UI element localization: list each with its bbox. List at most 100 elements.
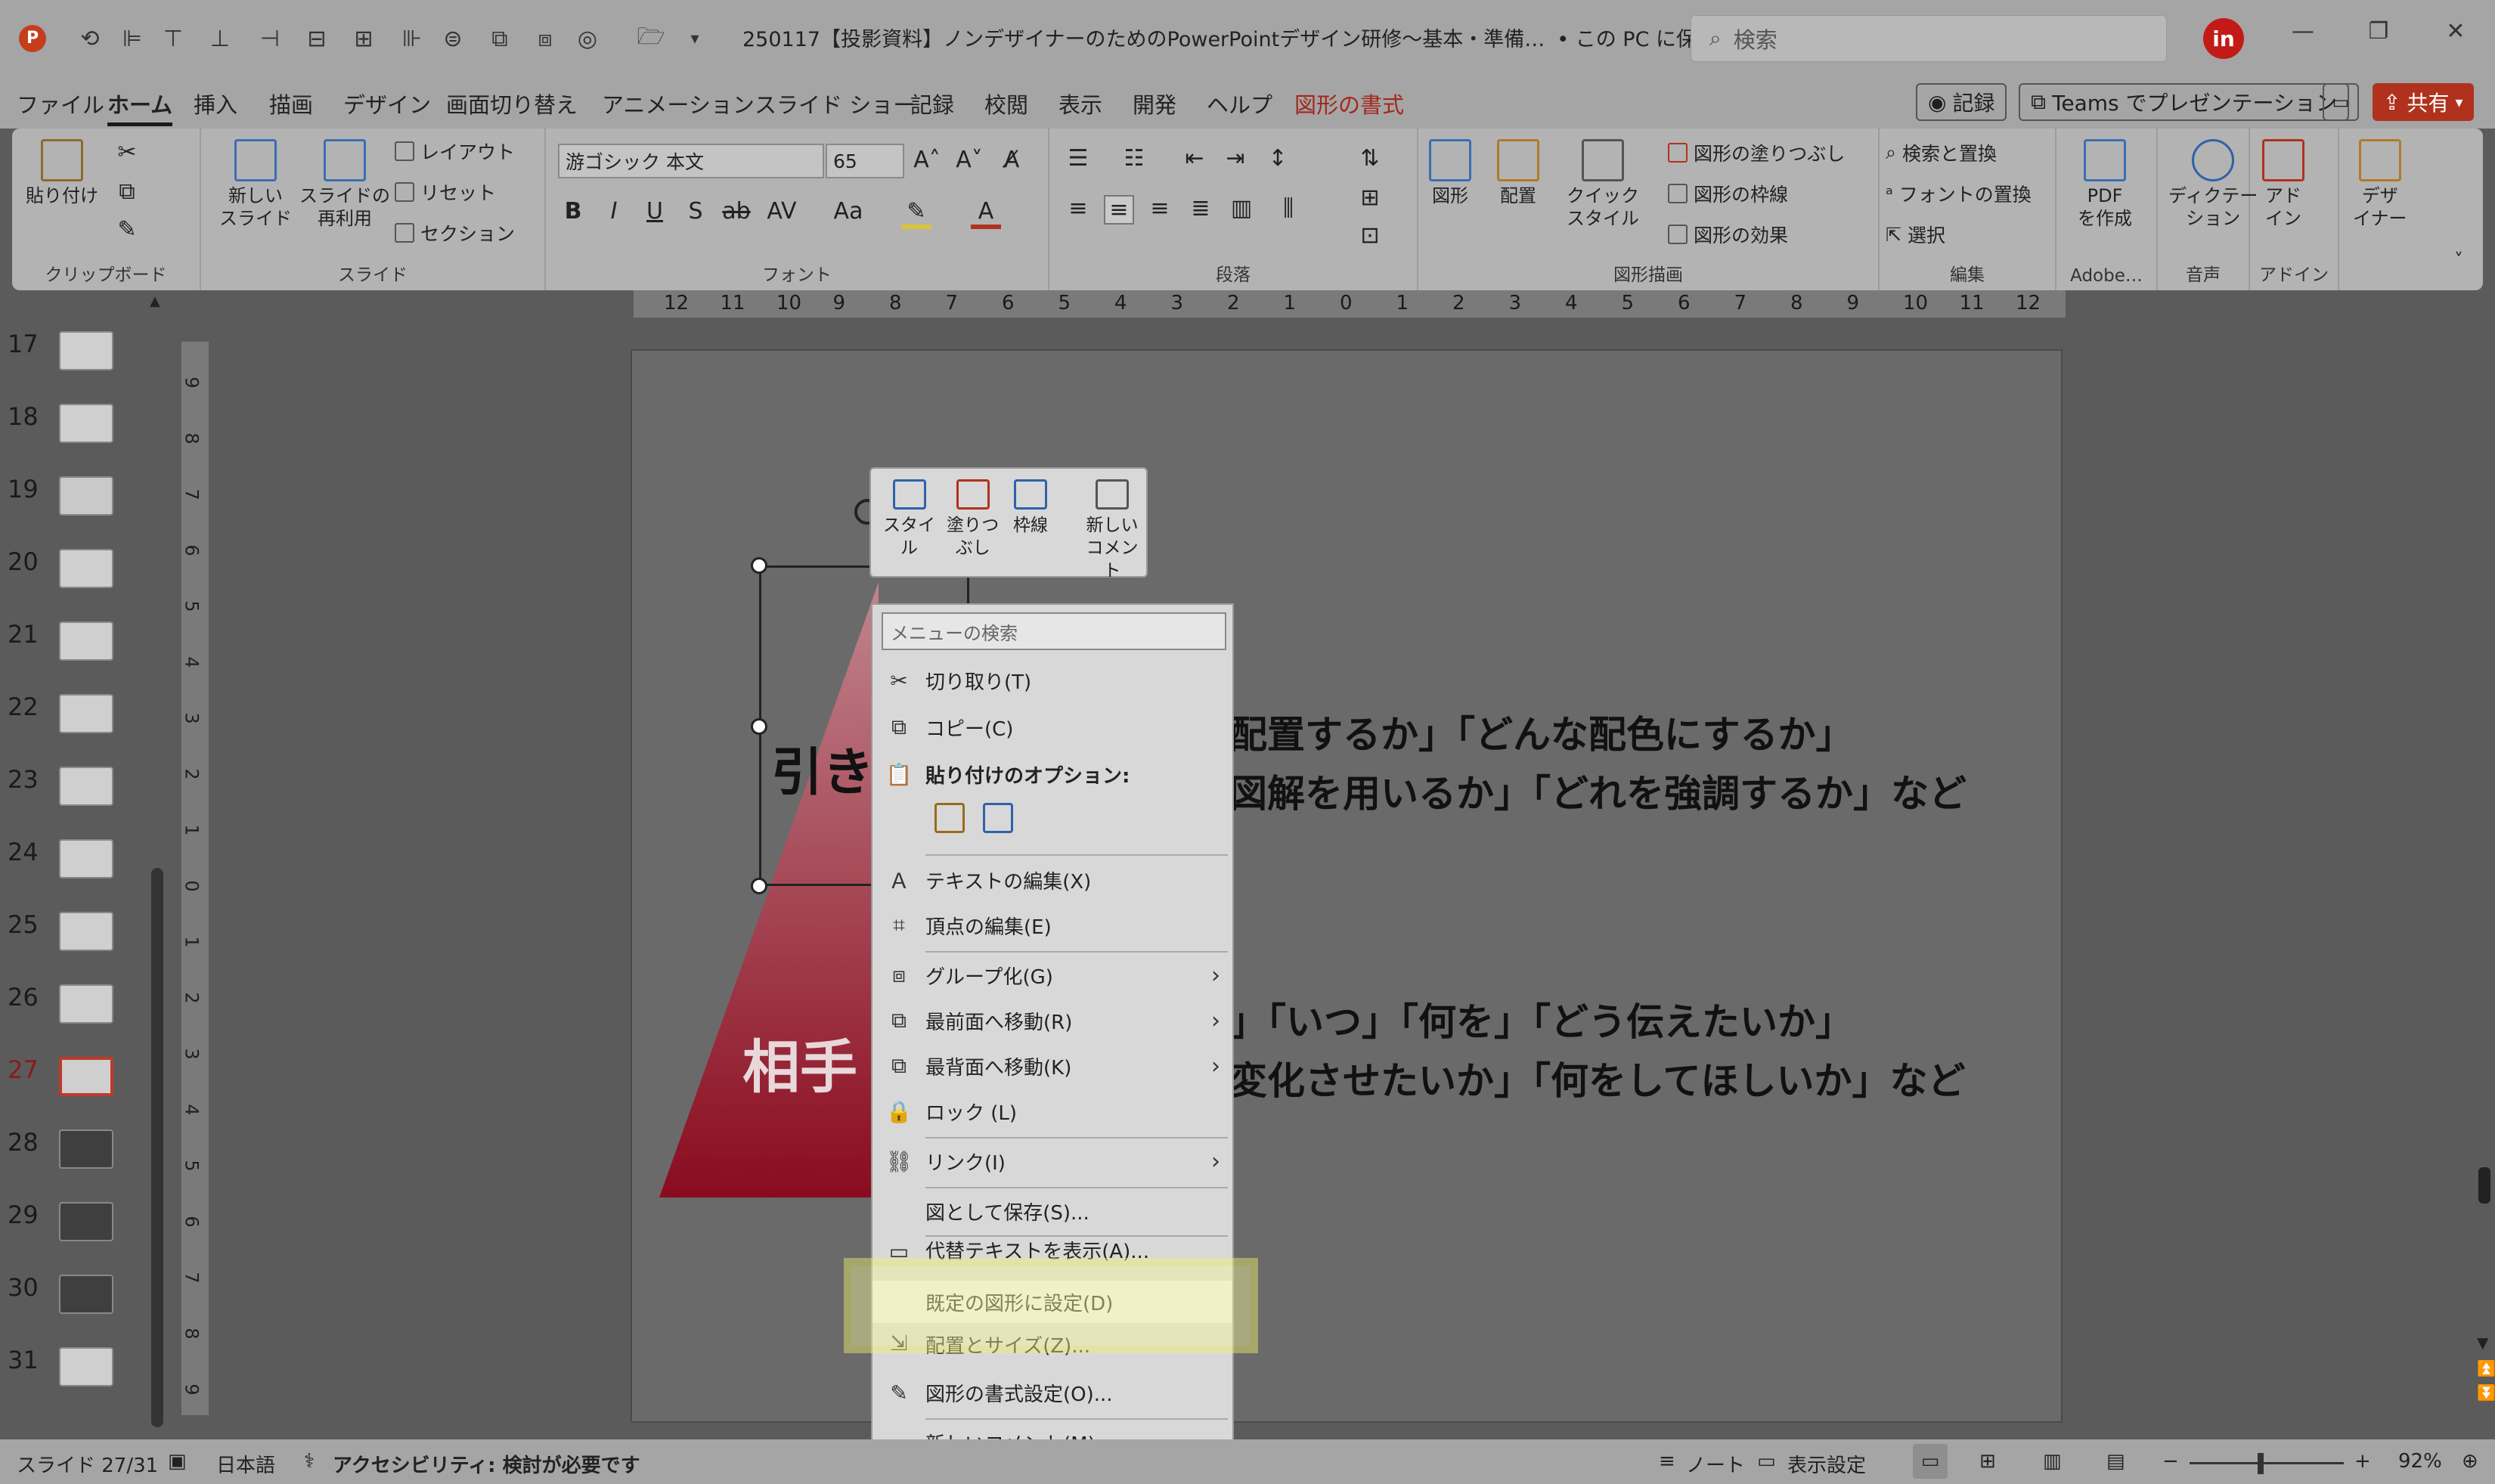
- slide-thumbnail[interactable]: [59, 549, 113, 588]
- resize-handle[interactable]: [751, 878, 767, 894]
- tab-slideshow[interactable]: スライド ショー: [755, 88, 915, 119]
- justify-icon[interactable]: ≣: [1186, 195, 1216, 222]
- display-settings-button[interactable]: 表示設定: [1787, 1450, 1866, 1478]
- triangle-label-bottom[interactable]: 相手: [742, 1021, 857, 1104]
- style-button[interactable]: スタイル: [883, 479, 935, 559]
- smartart-icon[interactable]: ⊡: [1355, 222, 1385, 249]
- maximize-button[interactable]: ❐: [2356, 18, 2401, 45]
- quick-styles-button[interactable]: クイック スタイル: [1567, 139, 1639, 230]
- tab-developer[interactable]: 開発: [1133, 88, 1176, 119]
- bullets-icon[interactable]: ☰: [1063, 145, 1093, 172]
- paste-button[interactable]: 貼り付け: [26, 139, 98, 208]
- open-folder-icon[interactable]: 🗁: [635, 23, 667, 54]
- tab-design[interactable]: デザイン: [343, 88, 431, 119]
- fit-slide-icon[interactable]: ⊕: [2462, 1450, 2478, 1473]
- menu-item-lock[interactable]: 🔒 ロック (L): [872, 1090, 1232, 1132]
- align-left-icon[interactable]: ⊫: [116, 23, 148, 54]
- collapse-ribbon-icon[interactable]: ˅: [2454, 249, 2463, 271]
- slide-thumbnail[interactable]: [59, 404, 113, 443]
- autosave-icon[interactable]: ⟲: [74, 23, 106, 54]
- menu-item-edit-points[interactable]: ⌗ 頂点の編集(E): [872, 904, 1232, 946]
- slide-thumbnail-active[interactable]: [59, 1057, 113, 1096]
- align-top-icon[interactable]: ⊤: [157, 23, 189, 54]
- search-input[interactable]: ⌕ 検索: [1691, 15, 2167, 62]
- decrease-font-icon[interactable]: A˅: [954, 147, 984, 173]
- shadow-icon[interactable]: S: [680, 198, 711, 225]
- copy-icon[interactable]: ⧉: [112, 178, 142, 205]
- align-right-icon[interactable]: ⊣: [254, 23, 286, 54]
- slide-text-line-2[interactable]: 図解を用いるか」「どれを強調するか」など: [1229, 764, 1967, 818]
- menu-item-format-shape[interactable]: ✎ 図形の書式設定(O)...: [872, 1371, 1232, 1414]
- shape-icon[interactable]: ◎: [572, 23, 603, 54]
- slide-text-line-4[interactable]: 変化させたいか」「何をしてほしいか」など: [1229, 1051, 1966, 1105]
- decrease-indent-icon[interactable]: ⇤: [1179, 145, 1210, 172]
- reading-view-icon[interactable]: ▥: [2043, 1450, 2062, 1473]
- outline-button[interactable]: 枠線: [1013, 479, 1048, 537]
- spell-check-icon[interactable]: ▣: [168, 1450, 187, 1473]
- char-spacing-icon[interactable]: AV: [767, 198, 797, 225]
- minimize-button[interactable]: —: [2280, 18, 2326, 45]
- align-text-icon[interactable]: ⊞: [1355, 184, 1385, 211]
- tab-view[interactable]: 表示: [1058, 88, 1102, 119]
- notes-button[interactable]: ノート: [1686, 1450, 1745, 1478]
- zoom-out-icon[interactable]: −: [2162, 1450, 2179, 1473]
- tab-shape-format[interactable]: 図形の書式: [1294, 88, 1404, 119]
- clear-format-icon[interactable]: A̸: [996, 147, 1027, 173]
- layout-button[interactable]: レイアウト: [395, 138, 515, 165]
- menu-item-bring-front[interactable]: ⧉ 最前面へ移動(R) ›: [872, 999, 1232, 1042]
- align-center-icon[interactable]: ⊟: [301, 23, 333, 54]
- slide-thumbnail[interactable]: [59, 1129, 113, 1169]
- group-icon[interactable]: ⧉: [484, 23, 516, 54]
- replace-font-button[interactable]: ᵃ フォントの置換: [1886, 180, 2032, 207]
- teams-present-button[interactable]: ⧉ Teams でプレゼンテーション: [2019, 83, 2349, 121]
- slide-thumbnail[interactable]: [59, 476, 113, 516]
- language-indicator[interactable]: 日本語: [216, 1450, 275, 1478]
- new-slide-button[interactable]: 新しい スライド: [219, 139, 292, 230]
- slide-thumbnail[interactable]: [59, 621, 113, 661]
- menu-item-group[interactable]: ⧈ グループ化(G) ›: [872, 954, 1232, 996]
- document-title[interactable]: 250117【投影資料】ノンデザイナーのためのPowerPointデザイン研修～…: [742, 23, 1775, 52]
- menu-item-copy[interactable]: ⧉ コピー(C): [872, 706, 1232, 748]
- find-button[interactable]: ⌕ 検索と置換: [1886, 139, 1997, 166]
- tab-record[interactable]: 記録: [910, 88, 954, 119]
- avatar[interactable]: in: [2203, 18, 2244, 59]
- normal-view-icon[interactable]: ▭: [1913, 1444, 1948, 1479]
- record-button[interactable]: ◉ 記録: [1916, 83, 2007, 121]
- zoom-in-icon[interactable]: +: [2354, 1450, 2371, 1473]
- italic-icon[interactable]: I: [599, 198, 629, 225]
- close-button[interactable]: ✕: [2433, 18, 2478, 45]
- font-name-input[interactable]: 游ゴシック 本文: [558, 144, 824, 178]
- scrollbar-thumb[interactable]: [2478, 1167, 2490, 1204]
- zoom-slider-thumb[interactable]: [2258, 1453, 2264, 1474]
- underline-icon[interactable]: U: [640, 198, 670, 225]
- comment-icon[interactable]: ▭: [2323, 83, 2359, 121]
- paste-picture-icon[interactable]: [983, 803, 1013, 833]
- resize-handle[interactable]: [751, 718, 767, 735]
- slide-scrollbar[interactable]: ▼ ⏫ ⏬: [2472, 290, 2495, 1439]
- bold-icon[interactable]: B: [558, 198, 588, 225]
- align-middle-icon[interactable]: ⊜: [437, 23, 469, 54]
- select-button[interactable]: ⇱ 選択: [1886, 221, 1945, 248]
- section-button[interactable]: セクション: [395, 219, 515, 246]
- font-color-icon[interactable]: A: [971, 198, 1001, 229]
- arrange-button[interactable]: 配置: [1497, 139, 1539, 208]
- accessibility-status[interactable]: アクセシビリティ: 検討が必要です: [333, 1450, 640, 1478]
- resize-handle[interactable]: [751, 557, 767, 574]
- align-left-text-icon[interactable]: ≡: [1063, 195, 1093, 222]
- menu-item-cut[interactable]: ✂ 切り取り(T): [872, 659, 1232, 702]
- thumbnail-scrollbar[interactable]: [151, 868, 163, 1427]
- slide-thumbnail[interactable]: [59, 331, 113, 370]
- reuse-slides-button[interactable]: スライドの 再利用: [299, 139, 390, 230]
- distributed-icon[interactable]: ▥: [1226, 195, 1257, 222]
- scroll-up-icon[interactable]: ▲: [150, 293, 162, 309]
- paste-keep-icon[interactable]: [934, 803, 965, 833]
- share-button[interactable]: ⇪ 共有 ▾: [2373, 83, 2474, 121]
- slide-text-line-1[interactable]: 配置するか」「どんな配色にするか」: [1229, 705, 1854, 759]
- zoom-level[interactable]: 92%: [2398, 1450, 2442, 1473]
- tab-animations[interactable]: アニメーション: [602, 88, 755, 119]
- tab-transitions[interactable]: 画面切り替え: [446, 88, 578, 119]
- designer-button[interactable]: デザ イナー: [2353, 139, 2407, 230]
- shape-effects-button[interactable]: 図形の効果: [1668, 221, 1788, 248]
- shape-fill-button[interactable]: 図形の塗りつぶし: [1668, 139, 1845, 166]
- ungroup-icon[interactable]: ⧈: [529, 23, 561, 54]
